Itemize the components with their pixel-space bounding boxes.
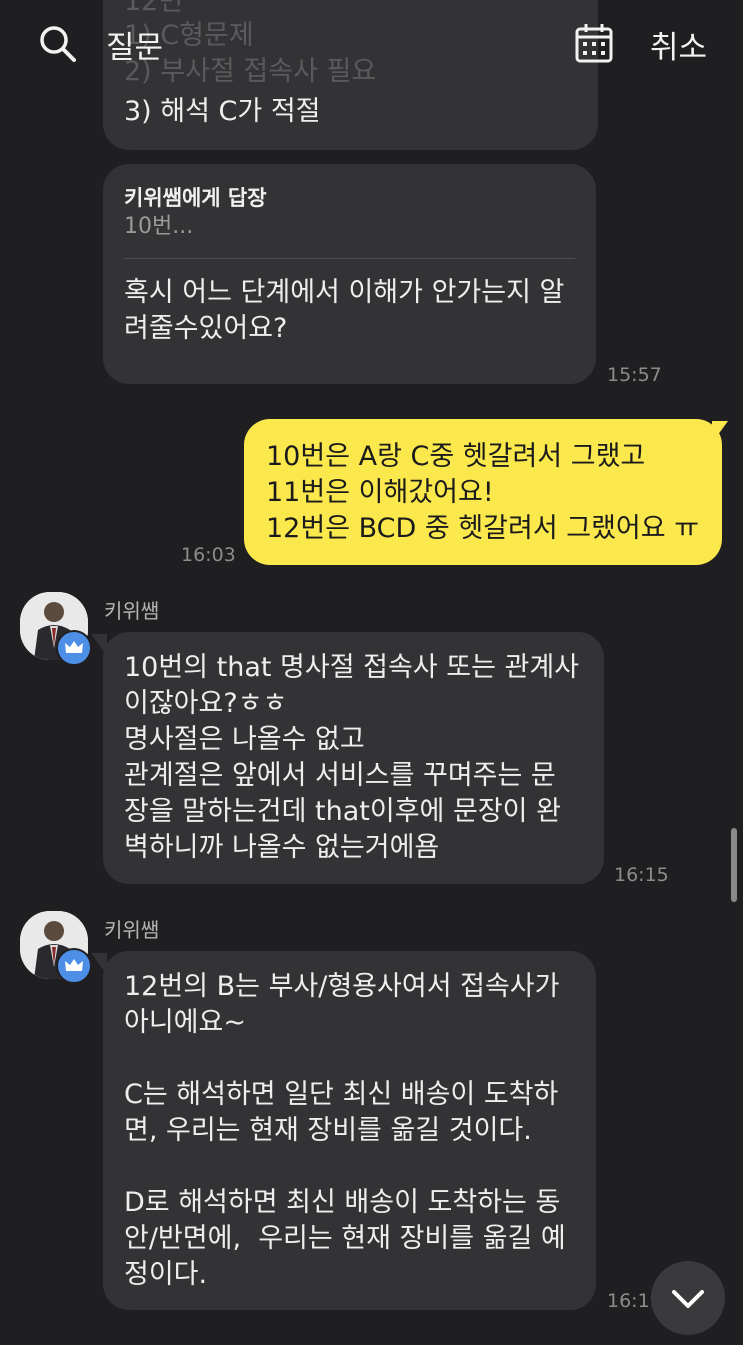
chevron-down-icon — [672, 1290, 704, 1308]
message-line: 안/반면에, 우리는 현재 장비를 옮길 예 — [124, 1223, 566, 1254]
calendar-icon[interactable] — [574, 22, 614, 64]
reply-target-name: 키위쌤에게 답장 — [124, 186, 267, 210]
message-line: 관계절은 앞에서 서비스를 꾸며주는 문 — [124, 760, 556, 791]
message-line: 명사절은 나올수 없고 — [124, 724, 365, 755]
chat-header: 질문 취소 — [0, 0, 743, 88]
message-line: 12번의 B는 부사/형용사여서 접속사가 — [124, 971, 560, 1002]
message-line: 아니에요~ — [124, 1007, 246, 1038]
message-line: C는 해석하면 일단 최신 배송이 도착하 — [124, 1079, 559, 1110]
message-line: 면, 우리는 현재 장비를 옮길 것이다. — [124, 1115, 532, 1146]
search-title: 질문 — [106, 30, 164, 66]
bubble-tail — [712, 421, 728, 443]
crown-badge-icon — [56, 948, 92, 984]
my-message-bubble[interactable]: 10번은 A랑 C중 헷갈려서 그랬고 11번은 이해갔어요! 12번은 BCD… — [244, 419, 722, 565]
bubble-tail — [91, 634, 107, 656]
message-line: 혹시 어느 단계에서 이해가 안가는지 알 — [124, 277, 565, 308]
message-line: 3) 해석 C가 적절 — [124, 96, 321, 127]
message-line: 12번은 BCD 중 헷갈려서 그랬어요 ㅠ — [266, 513, 700, 544]
message-time: 16:03 — [181, 544, 236, 566]
sender-name: 키위쌤 — [104, 599, 160, 623]
crown-badge-icon — [56, 630, 92, 666]
reply-quote-preview: 10번... — [124, 214, 194, 239]
message-line: D로 해석하면 최신 배송이 도착하는 동 — [124, 1187, 561, 1218]
message-line-blank — [124, 1041, 575, 1077]
message-line: 10번은 A랑 C중 헷갈려서 그랬고 — [266, 441, 646, 472]
message-line: 11번은 이해갔어요! — [266, 477, 494, 508]
reply-divider — [124, 258, 575, 259]
message-line: 이잖아요?ㅎㅎ — [124, 688, 288, 719]
message-bubble[interactable]: 10번의 that 명사절 접속사 또는 관계사 이잖아요?ㅎㅎ 명사절은 나올… — [103, 632, 604, 884]
message-line: 벽하니까 나올수 없는거에욤 — [124, 832, 440, 863]
message-line: 려줄수있어요? — [124, 313, 288, 344]
search-icon[interactable] — [38, 24, 78, 64]
message-line-blank — [124, 1149, 575, 1185]
scrollbar-thumb[interactable] — [731, 828, 737, 902]
scroll-to-bottom-button[interactable] — [651, 1261, 725, 1335]
message-line: 장을 말하는건데 that이후에 문장이 완 — [124, 796, 561, 827]
message-bubble-reply[interactable]: 키위쌤에게 답장 10번... 혹시 어느 단계에서 이해가 안가는지 알 려줄… — [103, 164, 596, 384]
message-line: 정이다. — [124, 1259, 208, 1290]
message-time: 15:57 — [607, 364, 662, 386]
cancel-button[interactable]: 취소 — [650, 22, 707, 67]
message-bubble[interactable]: 12번의 B는 부사/형용사여서 접속사가 아니에요~ C는 해석하면 일단 최… — [103, 951, 596, 1310]
sender-name: 키위쌤 — [104, 918, 160, 942]
message-time: 16:15 — [614, 864, 669, 886]
bubble-tail — [91, 953, 107, 975]
message-line: 10번의 that 명사절 접속사 또는 관계사 — [124, 652, 580, 683]
